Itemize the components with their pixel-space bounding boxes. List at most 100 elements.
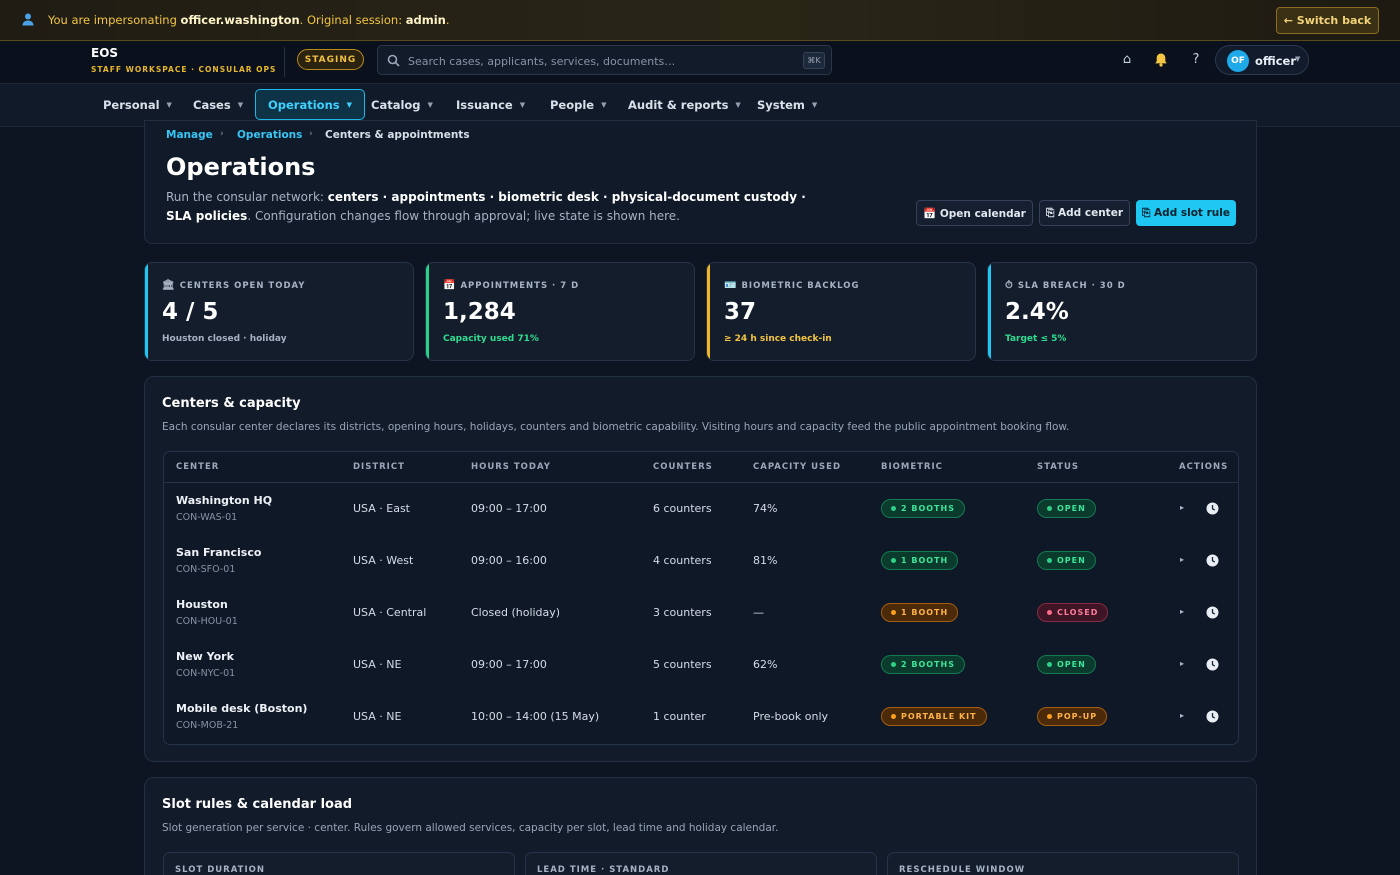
column-header-center[interactable]: CENTER — [176, 462, 219, 472]
nav-personal[interactable]: Personal ▼ — [91, 89, 184, 120]
table-row[interactable]: Houston CON-HOU-01 USA · Central Closed … — [164, 587, 1238, 639]
table-row[interactable]: New York CON-NYC-01 USA · NE 09:00 – 17:… — [164, 639, 1238, 691]
reschedule-window-card: RESCHEDULE WINDOW — [887, 852, 1239, 875]
search-icon — [387, 54, 400, 67]
nav-system[interactable]: System ▼ — [745, 89, 829, 120]
badge-label: CLOSED — [1057, 608, 1099, 617]
brand-subtitle: STAFF WORKSPACE · CONSULAR OPS — [91, 65, 277, 74]
column-header-status[interactable]: STATUS — [1037, 462, 1079, 472]
clock-icon[interactable] — [1206, 606, 1219, 619]
breadcrumb-separator: › — [309, 129, 313, 139]
status-badge: CLOSED — [1037, 603, 1109, 622]
play-icon[interactable]: ▸ — [1180, 659, 1184, 668]
switch-back-button[interactable]: ← Switch back — [1276, 7, 1379, 34]
center-counters: 1 counter — [653, 710, 706, 723]
center-hours: 09:00 – 17:00 — [471, 502, 547, 515]
help-icon[interactable]: ? — [1188, 52, 1204, 68]
impersonation-prefix: You are impersonating — [48, 13, 181, 27]
impersonation-suffix: . — [445, 13, 450, 27]
user-menu[interactable]: OF officer ▼ — [1215, 45, 1309, 75]
chevron-down-icon: ▼ — [601, 100, 607, 109]
play-icon[interactable]: ▸ — [1180, 555, 1184, 564]
table-row[interactable]: Washington HQ CON-WAS-01 USA · East 09:0… — [164, 483, 1238, 535]
clock-icon[interactable] — [1206, 658, 1219, 671]
bell-icon[interactable] — [1153, 52, 1169, 68]
center-name[interactable]: Mobile desk (Boston) — [176, 702, 307, 715]
center-district: USA · East — [353, 502, 410, 515]
breadcrumb-manage[interactable]: Manage — [166, 129, 213, 141]
status-dot — [891, 610, 896, 615]
original-user: admin — [405, 13, 446, 27]
center-hours: 10:00 – 14:00 (15 May) — [471, 710, 600, 723]
add-slot-rule-button[interactable]: ⎘ Add slot rule — [1136, 200, 1236, 226]
biometric-badge: 1 BOOTH — [881, 603, 959, 622]
biometric-badge: 1 BOOTH — [881, 551, 959, 570]
nav-label: System — [757, 97, 805, 112]
building-icon: 🏛 — [162, 280, 175, 291]
status-dot — [1047, 506, 1052, 511]
table-row[interactable]: San Francisco CON-SFO-01 USA · West 09:0… — [164, 535, 1238, 587]
kpi-label: 🏛 CENTERS OPEN TODAY — [162, 280, 305, 291]
kpi-note: Target ≤ 5% — [1005, 334, 1067, 344]
nav-people[interactable]: People ▼ — [538, 89, 619, 120]
center-name[interactable]: New York — [176, 650, 234, 663]
home-icon[interactable]: ⌂ — [1119, 52, 1135, 68]
play-icon[interactable]: ▸ — [1180, 503, 1184, 512]
chevron-down-icon: ▼ — [166, 100, 172, 109]
center-capacity: 74% — [753, 502, 778, 515]
center-name[interactable]: Washington HQ — [176, 494, 272, 507]
column-header-hours[interactable]: HOURS TODAY — [471, 462, 551, 472]
brand-title[interactable]: EOS — [91, 46, 118, 60]
center-capacity: — — [753, 606, 764, 619]
stopwatch-icon: ⏱ — [1005, 280, 1013, 291]
global-search[interactable]: ⌘K — [377, 45, 832, 75]
clock-icon[interactable] — [1206, 710, 1219, 723]
table-row[interactable]: Mobile desk (Boston) CON-MOB-21 USA · NE… — [164, 691, 1238, 743]
nav-issuance[interactable]: Issuance ▼ — [444, 89, 537, 120]
kpi-sla-breach: ⏱ SLA BREACH · 30 D 2.4% Target ≤ 5% — [987, 262, 1257, 361]
badge-label: OPEN — [1057, 504, 1086, 513]
nav-cases[interactable]: Cases ▼ — [181, 89, 255, 120]
card-label: LEAD TIME · STANDARD — [537, 865, 670, 875]
play-icon[interactable]: ▸ — [1180, 607, 1184, 616]
status-dot — [891, 662, 896, 667]
breadcrumb-operations[interactable]: Operations — [237, 129, 302, 141]
column-header-biometric[interactable]: BIOMETRIC — [881, 462, 943, 472]
center-hours: 09:00 – 16:00 — [471, 554, 547, 567]
center-code: CON-MOB-21 — [176, 720, 239, 731]
nav-audit-reports[interactable]: Audit & reports ▼ — [616, 89, 753, 120]
impersonation-banner: You are impersonating officer.washington… — [0, 0, 1400, 41]
center-capacity: 81% — [753, 554, 778, 567]
slot-rules-section: Slot rules & calendar load Slot generati… — [144, 777, 1257, 875]
status-dot — [891, 506, 896, 511]
center-name[interactable]: San Francisco — [176, 546, 261, 559]
center-code: CON-HOU-01 — [176, 616, 238, 627]
badge-label: 2 BOOTHS — [901, 660, 955, 669]
chevron-down-icon: ▼ — [427, 100, 433, 109]
clock-icon[interactable] — [1206, 554, 1219, 567]
page-description: Run the consular network: centers · appo… — [166, 188, 826, 226]
section-description: Slot generation per service · center. Ru… — [162, 822, 779, 834]
center-counters: 4 counters — [653, 554, 712, 567]
nav-operations[interactable]: Operations ▼ — [255, 89, 366, 120]
user-icon — [22, 13, 34, 26]
play-icon[interactable]: ▸ — [1180, 711, 1184, 720]
environment-badge: STAGING — [297, 49, 364, 70]
search-input[interactable] — [408, 52, 788, 70]
status-dot — [1047, 610, 1052, 615]
kpi-accent — [426, 263, 429, 360]
clock-icon[interactable] — [1206, 502, 1219, 515]
open-calendar-button[interactable]: 📅 Open calendar — [916, 200, 1033, 226]
calendar-icon: 📅 — [443, 280, 456, 291]
add-center-button[interactable]: ⎘ Add center — [1039, 200, 1130, 226]
chevron-down-icon: ▼ — [237, 100, 244, 109]
center-counters: 3 counters — [653, 606, 712, 619]
column-header-capacity[interactable]: CAPACITY USED — [753, 462, 841, 472]
chevron-down-icon: ▼ — [735, 100, 741, 109]
nav-catalog[interactable]: Catalog ▼ — [359, 89, 445, 120]
column-header-district[interactable]: DISTRICT — [353, 462, 405, 472]
badge-label: OPEN — [1057, 556, 1086, 565]
column-header-counters[interactable]: COUNTERS — [653, 462, 713, 472]
kpi-value: 2.4% — [1005, 299, 1069, 325]
center-name[interactable]: Houston — [176, 598, 228, 611]
